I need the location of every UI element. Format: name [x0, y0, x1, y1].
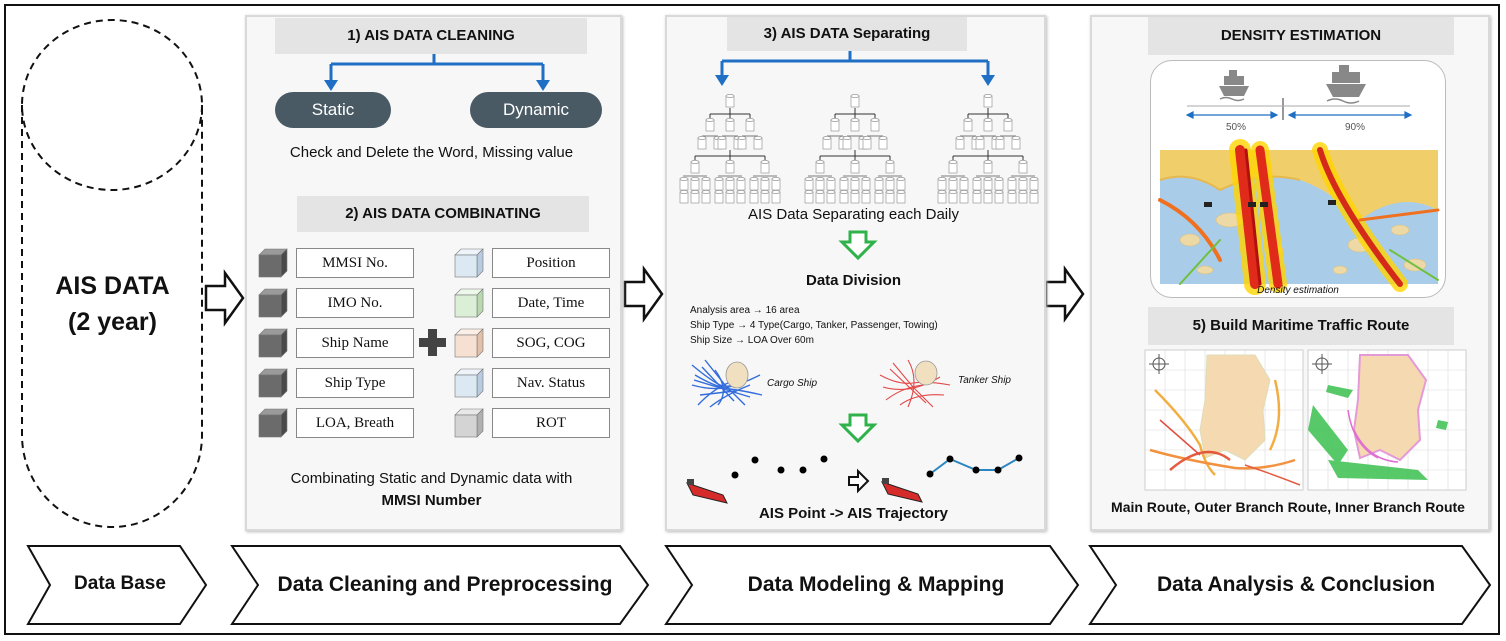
flow-arrow-1	[204, 269, 245, 327]
main-route-map	[1144, 349, 1304, 491]
dynamic-field: ROT	[492, 408, 610, 438]
database-title-line2: (2 year)	[68, 308, 157, 336]
down-arrow-green-2	[838, 413, 878, 444]
dynamic-cube-icon	[454, 248, 484, 278]
ais-trajectory-ship-icon	[881, 454, 1023, 503]
pct-right: 90%	[1345, 122, 1366, 133]
plus-icon	[419, 329, 446, 356]
route-caption: Main Route, Outer Branch Route, Inner Br…	[1111, 499, 1465, 515]
stage-label-2: Data Cleaning and Preprocessing	[277, 573, 613, 596]
down-arrow-green-1	[838, 230, 878, 261]
static-cube-icon	[258, 248, 288, 278]
static-cube-icon	[258, 408, 288, 438]
dynamic-field: SOG, COG	[492, 328, 610, 358]
tanker-label: Tanker Ship	[958, 375, 1011, 386]
static-field: LOA, Breath	[296, 408, 414, 438]
route-header: 5) Build Maritime Traffic Route	[1148, 307, 1454, 345]
tree-caption: AIS Data Separating each Daily	[748, 206, 959, 223]
tanker-track-plot	[879, 359, 951, 408]
daily-tree-icon	[804, 94, 906, 204]
flow-arrow-2	[623, 265, 664, 323]
ais-points-ship-icon	[686, 455, 828, 504]
cargo-label: Cargo Ship	[767, 378, 818, 389]
stage-label-4: Data Analysis & Conclusion	[1156, 573, 1436, 596]
static-cube-icon	[258, 328, 288, 358]
combinating-header: 2) AIS DATA COMBINATING	[297, 196, 589, 232]
dynamic-field: Position	[492, 248, 610, 278]
division-line-2: Ship Type → 4 Type(Cargo, Tanker, Passen…	[690, 320, 938, 331]
dynamic-cube-icon	[454, 368, 484, 398]
stage-label-3: Data Modeling & Mapping	[747, 573, 1005, 596]
branch-route-map	[1307, 349, 1467, 491]
density-map-caption: Density estimation	[1257, 285, 1339, 296]
density-width-scale	[1185, 98, 1413, 120]
density-header: DENSITY ESTIMATION	[1148, 17, 1454, 55]
density-map-image	[1158, 139, 1440, 295]
division-line-3: Ship Size → LOA Over 60m	[690, 335, 814, 346]
division-title: Data Division	[805, 272, 902, 289]
static-cube-icon	[258, 368, 288, 398]
database-cylinder-icon	[21, 19, 203, 528]
daily-tree-icon	[679, 94, 781, 204]
static-cube-icon	[258, 288, 288, 318]
small-ship-icon	[1219, 70, 1249, 102]
static-field: Ship Type	[296, 368, 414, 398]
static-field: MMSI No.	[296, 248, 414, 278]
cargo-track-plot	[691, 359, 763, 408]
dynamic-cube-icon	[454, 328, 484, 358]
combinating-footer-line2: MMSI Number	[381, 492, 482, 509]
separating-split-connector	[715, 51, 995, 86]
static-field: Ship Name	[296, 328, 414, 358]
conversion-arrow	[848, 468, 870, 494]
cleaning-split-connector	[324, 54, 550, 91]
stage-label-1: Data Base	[74, 573, 166, 594]
cleaning-header: 1) AIS DATA CLEANING	[275, 18, 587, 54]
dynamic-cube-icon	[454, 408, 484, 438]
static-pill: Static	[275, 92, 391, 128]
static-field: IMO No.	[296, 288, 414, 318]
dynamic-cube-icon	[454, 288, 484, 318]
cleaning-note: Check and Delete the Word, Missing value	[289, 144, 574, 161]
pct-left: 50%	[1226, 122, 1247, 133]
dynamic-field: Date, Time	[492, 288, 610, 318]
dynamic-pill: Dynamic	[470, 92, 602, 128]
trajectory-caption: AIS Point -> AIS Trajectory	[758, 505, 949, 522]
database-title-line1: AIS DATA	[55, 272, 170, 300]
separating-header: 3) AIS DATA Separating	[727, 17, 967, 51]
division-line-1: Analysis area → 16 area	[690, 305, 800, 316]
combinating-footer-line1: Combinating Static and Dynamic data with	[290, 470, 573, 487]
daily-tree-icon	[937, 94, 1039, 204]
flow-arrow-3	[1044, 265, 1085, 323]
dynamic-field: Nav. Status	[492, 368, 610, 398]
